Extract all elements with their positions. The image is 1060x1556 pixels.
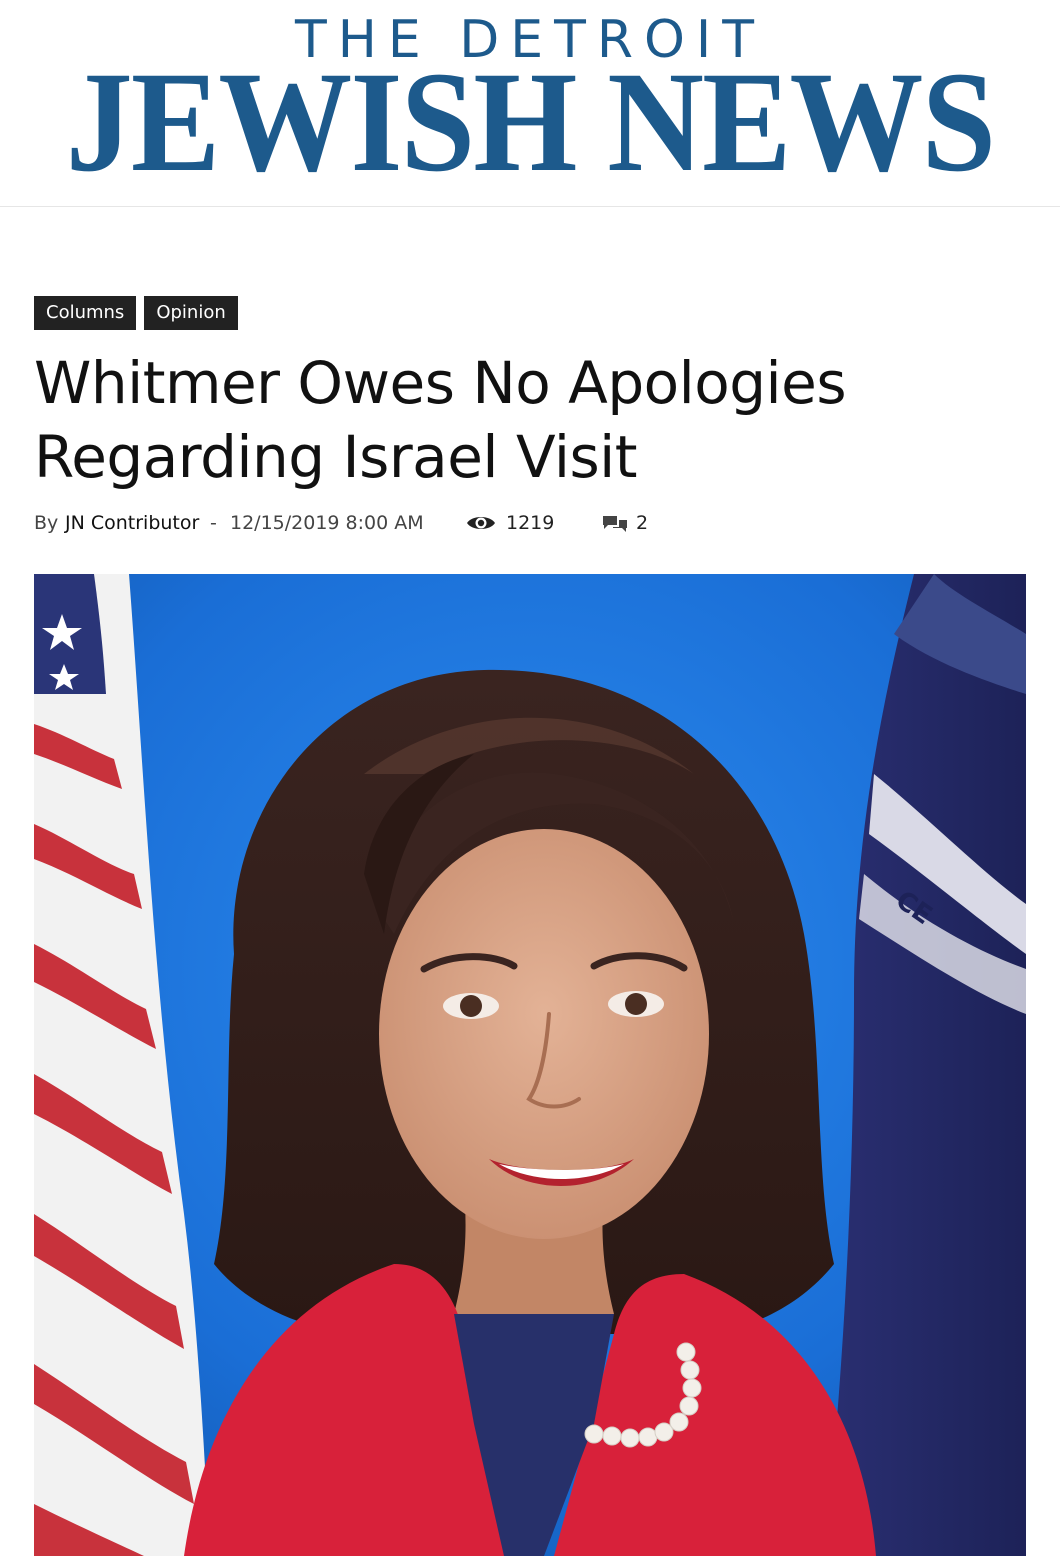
tag-opinion[interactable]: Opinion <box>144 296 238 330</box>
comment-count[interactable]: 2 <box>636 508 648 538</box>
view-count: 1219 <box>506 512 555 534</box>
author-link[interactable]: JN Contributor <box>65 508 199 538</box>
featured-image: CE <box>34 574 1026 1556</box>
article-title-line-2: Regarding Israel Visit <box>34 423 638 491</box>
masthead: THE DETROIT JEWISH NEWS <box>0 0 1060 207</box>
category-tags: Columns Opinion <box>34 296 238 330</box>
byline-prefix: By <box>34 512 59 534</box>
logo-line-jewish-news: JEWISH NEWS <box>65 43 996 202</box>
eye-icon <box>467 517 495 529</box>
article-meta: By JN Contributor - 12/15/2019 8:00 AM 1… <box>34 508 1024 538</box>
meta-separator: - <box>210 512 217 534</box>
article-title: Whitmer Owes No Apologies Regarding Isra… <box>34 346 1014 494</box>
tag-columns[interactable]: Columns <box>34 296 137 330</box>
article-title-line-1: Whitmer Owes No Apologies <box>34 349 847 417</box>
comment-bubbles-icon[interactable] <box>602 514 628 534</box>
publish-date: 12/15/2019 8:00 AM <box>230 512 424 534</box>
portrait-photo: CE <box>34 574 1026 1556</box>
